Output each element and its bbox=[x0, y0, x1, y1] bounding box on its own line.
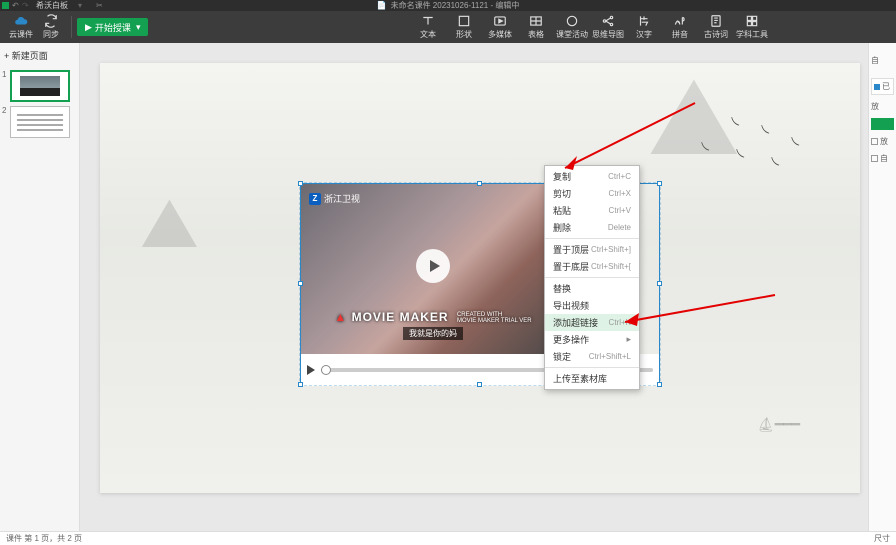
panel-label: 放 bbox=[871, 102, 879, 111]
slide-number: 2 bbox=[2, 106, 8, 115]
channel-watermark: Z浙江卫视 bbox=[309, 192, 360, 205]
ctx-paste[interactable]: 粘贴Ctrl+V bbox=[545, 202, 639, 219]
slide-thumbnail[interactable] bbox=[10, 106, 70, 138]
title-bar: ↶ ↷ 希沃白板 ▾ ✂ 📄 未命名课件 20231026-1121 - 编辑中 bbox=[0, 0, 896, 11]
properties-panel: 自 已 放 放 自 bbox=[868, 43, 896, 531]
ctx-copy[interactable]: 复制Ctrl+C bbox=[545, 168, 639, 185]
play-button[interactable] bbox=[307, 365, 315, 375]
resize-handle[interactable] bbox=[298, 181, 303, 186]
panel-tab[interactable]: 已 bbox=[871, 78, 894, 95]
resize-handle[interactable] bbox=[657, 382, 662, 387]
tool-mindmap[interactable]: 思维导图 bbox=[590, 12, 626, 42]
canvas[interactable]: 乀 乀 乀 乀 乀 乀 ⛰ ⛰ ⛵︎━━━ Z浙江卫视 ▲ MOVIE MAKE… bbox=[80, 43, 868, 531]
dropdown-icon[interactable]: ▾ bbox=[78, 1, 82, 10]
play-icon[interactable] bbox=[416, 249, 450, 283]
context-menu: 复制Ctrl+C 剪切Ctrl+X 粘贴Ctrl+V 删除Delete 置于顶层… bbox=[544, 165, 640, 390]
maker-watermark: ▲ MOVIE MAKER CREATED WITHMOVIE MAKER TR… bbox=[301, 310, 565, 324]
start-present-button[interactable]: ▶开始授课▾ bbox=[77, 18, 148, 36]
resize-handle[interactable] bbox=[657, 281, 662, 286]
tool-shape[interactable]: 形状 bbox=[446, 12, 482, 42]
undo-icon[interactable]: ↶ bbox=[12, 1, 19, 10]
menu-file[interactable]: 希沃白板 bbox=[36, 0, 68, 11]
panel-button[interactable] bbox=[871, 118, 894, 130]
ctx-more[interactable]: 更多操作▸ bbox=[545, 331, 639, 348]
slide-thumbnail[interactable] bbox=[10, 70, 70, 102]
tool-pinyin[interactable]: 拼音 bbox=[662, 12, 698, 42]
tool-subject[interactable]: 学科工具 bbox=[734, 12, 770, 42]
mountain-deco: ⛰ bbox=[648, 53, 740, 182]
ctx-lock[interactable]: 锁定Ctrl+Shift+L bbox=[545, 348, 639, 365]
tool-poem[interactable]: 古诗词 bbox=[698, 12, 734, 42]
resize-handle[interactable] bbox=[298, 382, 303, 387]
tool-table[interactable]: 表格 bbox=[518, 12, 554, 42]
window-title: 未命名课件 20231026-1121 - 编辑中 bbox=[391, 0, 520, 11]
cut-icon[interactable]: ✂ bbox=[96, 1, 103, 10]
tool-hanzi[interactable]: 汉字 bbox=[626, 12, 662, 42]
video-preview: Z浙江卫视 ▲ MOVIE MAKER CREATED WITHMOVIE MA… bbox=[301, 184, 565, 354]
bird-icon: 乀 bbox=[790, 133, 800, 148]
ctx-cut[interactable]: 剪切Ctrl+X bbox=[545, 185, 639, 202]
bird-icon: 乀 bbox=[760, 121, 770, 136]
bird-icon: 乀 bbox=[770, 153, 780, 168]
checkbox[interactable] bbox=[871, 155, 878, 162]
checkbox[interactable] bbox=[871, 138, 878, 145]
ctx-send-bottom[interactable]: 置于底层Ctrl+Shift+[ bbox=[545, 258, 639, 275]
checkbox-label: 自 bbox=[880, 153, 888, 164]
app-icon bbox=[2, 2, 9, 9]
panel-label: 自 bbox=[871, 56, 879, 65]
add-slide-button[interactable]: + 新建页面 bbox=[2, 45, 77, 66]
ctx-replace[interactable]: 替换 bbox=[545, 280, 639, 297]
doc-icon: 📄 bbox=[377, 1, 387, 10]
mountain-deco: ⛰ bbox=[140, 183, 199, 265]
ctx-bring-top[interactable]: 置于顶层Ctrl+Shift+] bbox=[545, 241, 639, 258]
subtitle-strap: 我就是你的妈 bbox=[403, 327, 463, 340]
slide-number: 1 bbox=[2, 70, 8, 79]
ctx-add-hyperlink[interactable]: 添加超链接Ctrl+K bbox=[545, 314, 639, 331]
tool-text[interactable]: 文本 bbox=[410, 12, 446, 42]
ctx-delete[interactable]: 删除Delete bbox=[545, 219, 639, 236]
ctx-upload[interactable]: 上传至素材库 bbox=[545, 370, 639, 387]
slide[interactable]: 乀 乀 乀 乀 乀 乀 ⛰ ⛰ ⛵︎━━━ Z浙江卫视 ▲ MOVIE MAKE… bbox=[100, 63, 860, 493]
status-size: 尺寸 bbox=[874, 533, 890, 544]
cloud-button[interactable]: 云课件 bbox=[6, 12, 36, 42]
resize-handle[interactable] bbox=[477, 382, 482, 387]
ctx-export-video[interactable]: 导出视频 bbox=[545, 297, 639, 314]
play-icon: ▶ bbox=[85, 22, 92, 33]
status-page-info: 课件 第 1 页，共 2 页 bbox=[6, 533, 82, 544]
slide-panel: + 新建页面 1 2 bbox=[0, 43, 80, 531]
resize-handle[interactable] bbox=[477, 181, 482, 186]
checkbox-label: 放 bbox=[880, 136, 888, 147]
boat-deco: ⛵︎━━━ bbox=[757, 416, 800, 433]
tool-media[interactable]: 多媒体 bbox=[482, 12, 518, 42]
sync-button[interactable]: 同步 bbox=[36, 12, 66, 42]
resize-handle[interactable] bbox=[298, 281, 303, 286]
status-bar: 课件 第 1 页，共 2 页 尺寸 bbox=[0, 531, 896, 545]
resize-handle[interactable] bbox=[657, 181, 662, 186]
tool-activity[interactable]: 课堂活动 bbox=[554, 12, 590, 42]
toolbar: 云课件 同步 ▶开始授课▾ 文本 形状 多媒体 表格 课堂活动 思维导图 汉字 … bbox=[0, 11, 896, 43]
redo-icon[interactable]: ↷ bbox=[22, 1, 29, 10]
